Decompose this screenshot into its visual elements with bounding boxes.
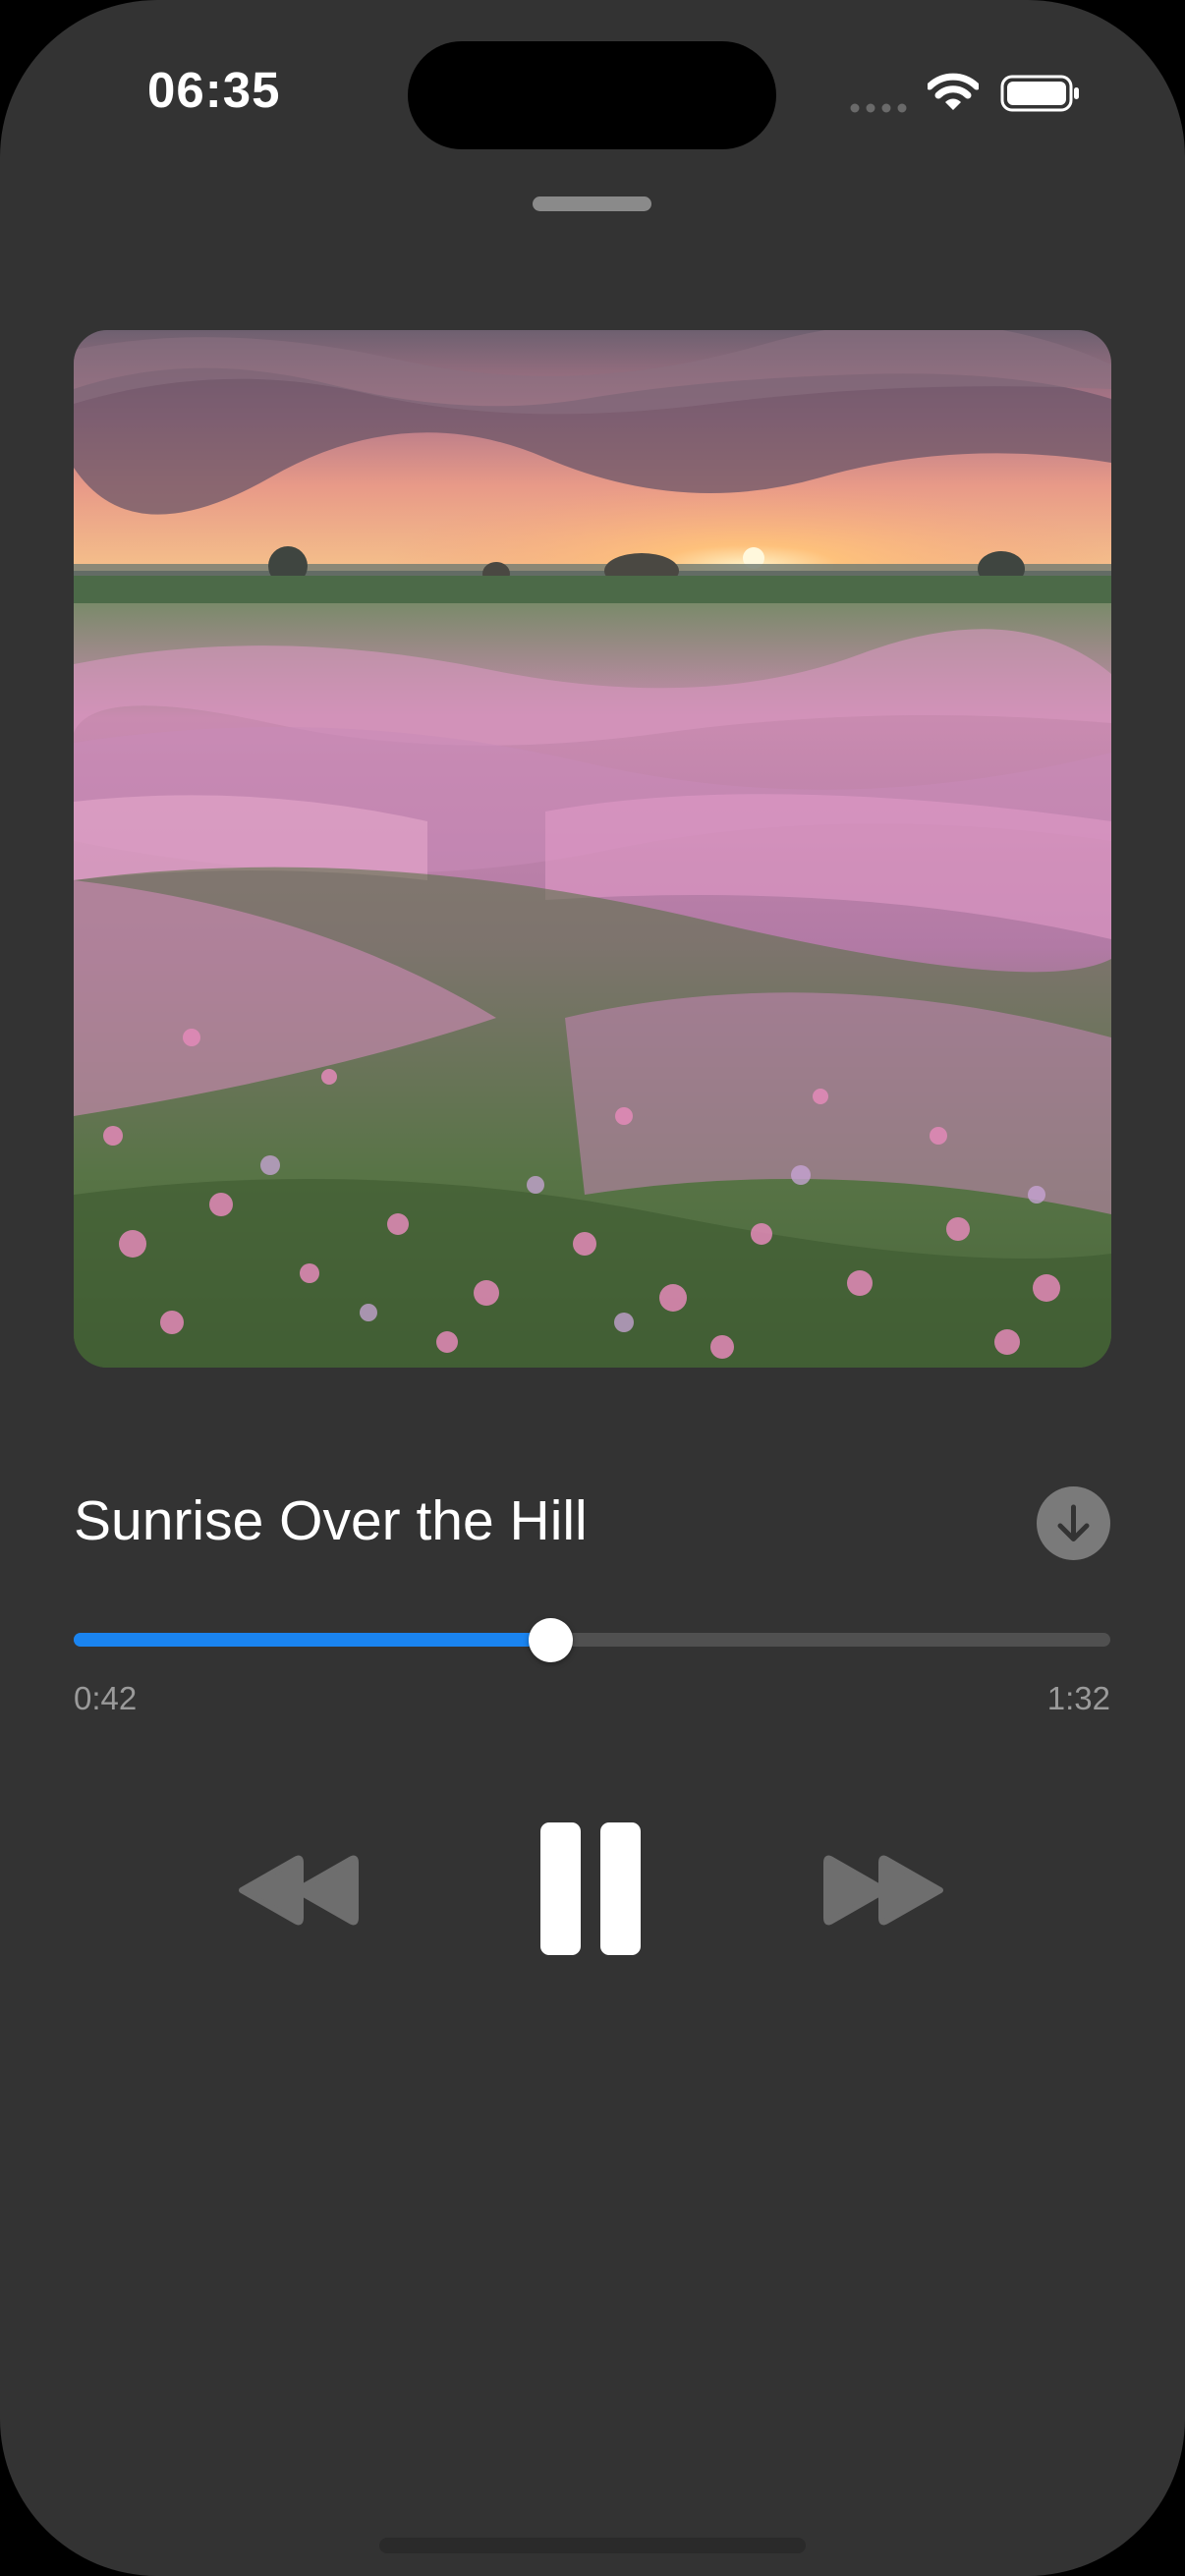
album-artwork: [74, 330, 1111, 1368]
signal-dots-icon: [850, 103, 907, 113]
home-indicator[interactable]: [379, 2538, 806, 2553]
track-title: Sunrise Over the Hill: [74, 1489, 588, 1552]
rewind-button[interactable]: [236, 1855, 359, 1926]
pause-bar-right: [600, 1822, 641, 1955]
download-button[interactable]: [1037, 1486, 1110, 1560]
pause-button[interactable]: [540, 1822, 641, 1955]
dynamic-island: [408, 41, 776, 149]
pause-bar-left: [540, 1822, 581, 1955]
rewind-icon: [239, 1855, 359, 1926]
progress-fill: [74, 1633, 551, 1647]
sheet-grabber[interactable]: [533, 196, 651, 211]
sunset-flower-field-image: [74, 330, 1111, 1368]
download-arrow-icon: [1057, 1504, 1090, 1541]
status-time: 06:35: [147, 62, 281, 118]
progress-slider[interactable]: [74, 1633, 1110, 1647]
fast-forward-icon: [823, 1855, 943, 1926]
total-time: 1:32: [1046, 1680, 1110, 1716]
battery-icon: [1000, 75, 1079, 112]
progress-thumb[interactable]: [529, 1618, 574, 1662]
elapsed-time: 0:42: [74, 1680, 138, 1716]
wifi-icon: [928, 73, 979, 110]
now-playing-screen: 06:35 Sunrise Over the Hill 0:42 1:32: [0, 0, 1185, 2576]
forward-button[interactable]: [823, 1855, 946, 1926]
